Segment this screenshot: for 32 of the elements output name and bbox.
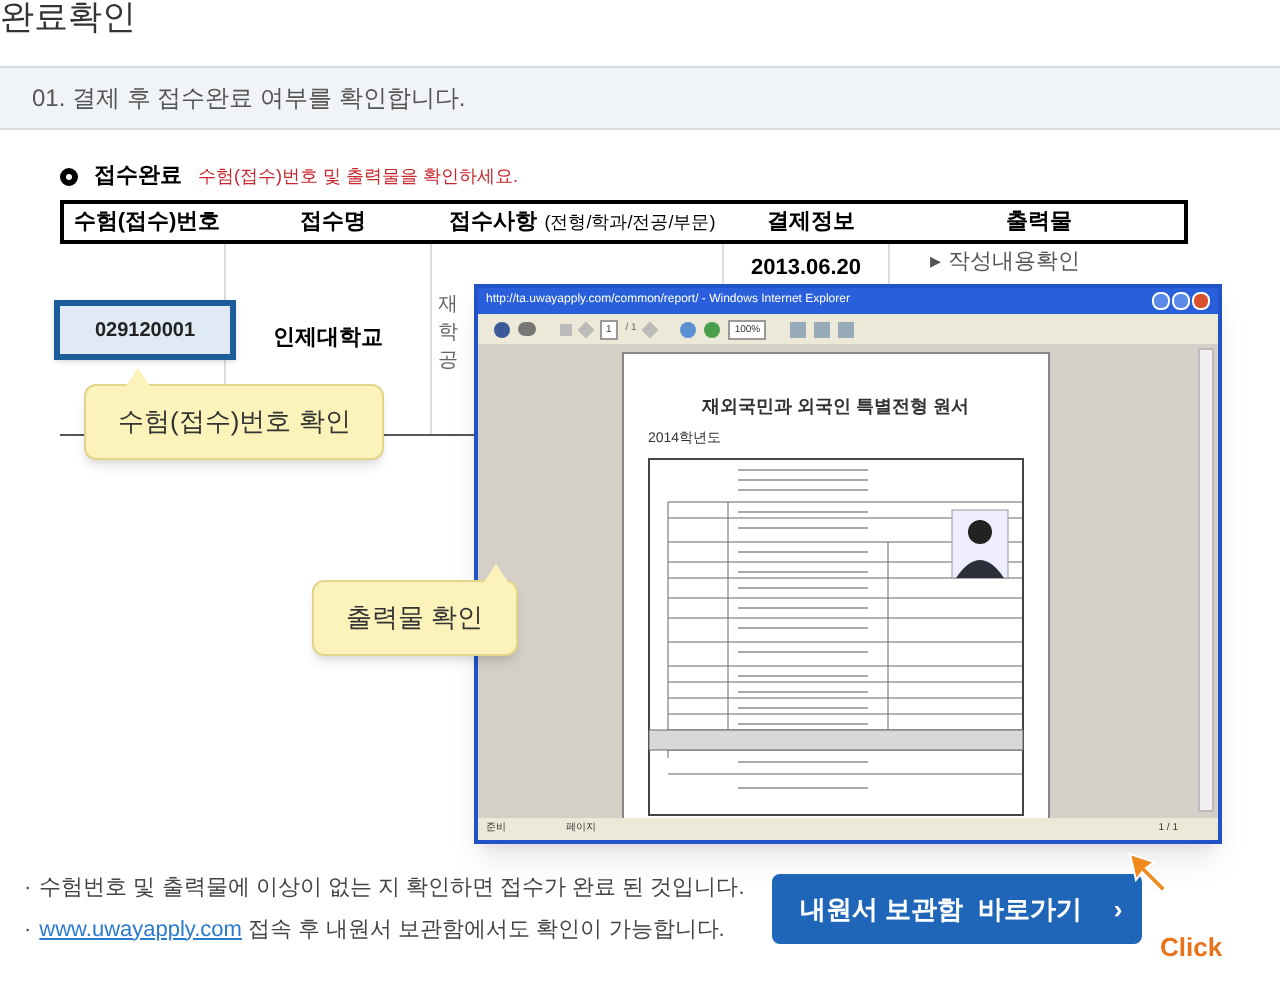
bullet: · — [24, 874, 32, 904]
close-button[interactable] — [1192, 292, 1210, 310]
column-header: 접수명 — [298, 207, 368, 238]
output-link[interactable]: ▸ 작성내용확인 — [930, 248, 1081, 276]
section-label: 접수완료 — [94, 162, 182, 192]
table-cell: 공 — [438, 348, 458, 374]
click-label: Click — [1160, 930, 1223, 966]
column-header: 접수사항 (전형/학과/전공/부문) — [446, 207, 718, 238]
step-banner: 01. 결제 후 접수완료 여부를 확인합니다. — [0, 66, 1280, 130]
document-title: 재외국민과 외국인 특별전형 원서 — [702, 394, 970, 420]
page-title: 완료확인 — [0, 0, 136, 40]
bullet: · — [24, 915, 32, 945]
column-header: 수험(접수)번호 — [71, 207, 223, 238]
maximize-button[interactable] — [1172, 292, 1190, 310]
scrollbar[interactable] — [1198, 348, 1214, 812]
column-header: 결제정보 — [765, 207, 857, 238]
receipt-number: 029120001 — [54, 300, 236, 360]
site-link[interactable]: www.uwayapply.com — [39, 917, 242, 941]
column-header: 출력물 — [1004, 207, 1074, 238]
pointer-arrow-icon — [1126, 850, 1170, 894]
section-note: 수험(접수)번호 및 출력물을 확인하세요. — [198, 163, 518, 190]
table-cell: 학 — [438, 320, 458, 346]
table-cell: 재 — [438, 292, 458, 318]
bullet-icon — [60, 167, 78, 186]
note-text: 수험번호 및 출력물에 이상이 없는 지 확인하면 접수가 완료 된 것입니다. — [39, 874, 745, 904]
callout-pointer — [483, 564, 508, 582]
callout-pointer — [126, 368, 150, 386]
table-cell-text: 인제대학교 — [273, 324, 383, 355]
note-text: www.uwayapply.com 접속 후 내원서 보관함에서도 확인이 가능합니다. — [39, 915, 725, 945]
table-cell-text: 2013.06.20 — [750, 254, 862, 284]
minimize-button[interactable] — [1152, 292, 1170, 310]
archive-button[interactable]: 내원서 보관함 바로가기 › — [772, 874, 1142, 944]
